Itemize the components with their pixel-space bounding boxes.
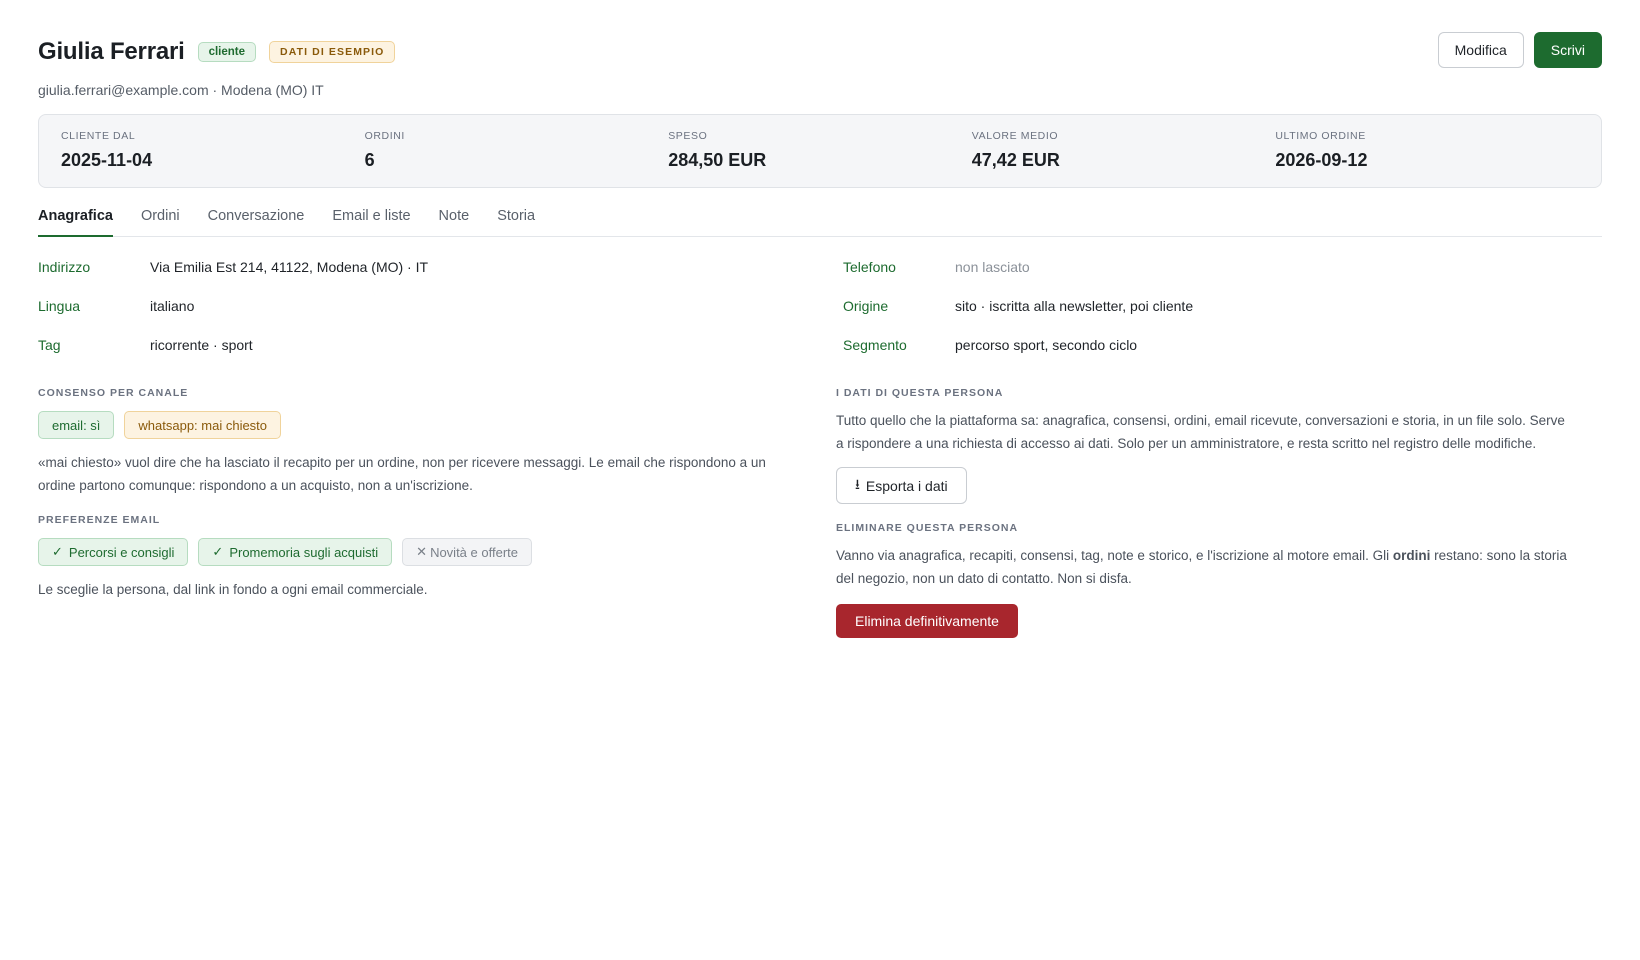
tab-bar: Anagrafica Ordini Conversazione Email e … (38, 200, 1602, 237)
data-export-text: Tutto quello che la piattaforma sa: anag… (836, 413, 1565, 451)
field-row-language: Lingua italiano (38, 286, 836, 325)
field-value: italiano (150, 297, 195, 314)
delete-text-bold: ordini (1392, 548, 1431, 563)
stat-label: ORDINI (364, 130, 405, 142)
contact-fields: Telefono non lasciato Origine sito · isc… (836, 247, 1602, 364)
download-icon: ⭳ (855, 475, 860, 492)
check-icon: ✓ (212, 544, 224, 559)
stat-value: 6 (364, 150, 375, 170)
consent-section: CONSENSO PER CANALE email: sì whatsapp: … (38, 387, 836, 497)
stat-orders: ORDINI 6 (365, 130, 669, 187)
field-row-tags: Tag ricorrente · sport (38, 325, 836, 364)
preference-label: Novità e offerte (430, 544, 518, 560)
stat-customer-since: CLIENTE DAL 2025-11-04 (61, 130, 365, 187)
personal-fields: Indirizzo Via Emilia Est 214, 41122, Mod… (38, 247, 836, 364)
field-label: Tag (38, 336, 61, 353)
field-row-phone: Telefono non lasciato (836, 247, 1602, 286)
delete-permanently-button[interactable]: Elimina definitivamente (836, 604, 1018, 638)
title-row: Giulia Ferrari cliente DATI DI ESEMPIO (38, 32, 396, 72)
edit-button[interactable]: Modifica (1437, 32, 1524, 68)
customer-detail-page: Giulia Ferrari cliente DATI DI ESEMPIO g… (0, 0, 1640, 960)
field-label: Lingua (38, 297, 81, 314)
preference-chip-percorsi[interactable]: ✓ Percorsi e consigli (38, 538, 189, 566)
stat-value: 284,50 EUR (668, 150, 767, 170)
tab-storia[interactable]: Storia (497, 200, 535, 236)
stat-value: 47,42 EUR (971, 150, 1060, 170)
field-label: Telefono (843, 258, 896, 275)
field-value: sito · iscritta alla newsletter, poi cli… (955, 297, 1194, 314)
delete-text-start: Vanno via anagrafica, recapiti, consensi… (836, 548, 1393, 563)
stat-average-value: VALORE MEDIO 47,42 EUR (972, 130, 1276, 187)
consent-chip-email: email: sì (38, 411, 115, 439)
left-column: Indirizzo Via Emilia Est 214, 41122, Mod… (38, 247, 836, 638)
export-data-label: Esporta i dati (865, 477, 948, 494)
field-value: percorso sport, secondo ciclo (955, 336, 1138, 353)
check-icon: ✓ (52, 544, 63, 559)
tab-conversazione[interactable]: Conversazione (208, 200, 305, 236)
right-column: Telefono non lasciato Origine sito · isc… (836, 247, 1602, 638)
tab-note[interactable]: Note (439, 200, 470, 236)
field-label: Indirizzo (38, 258, 91, 275)
field-value: non lasciato (955, 258, 1030, 275)
section-title: ELIMINARE QUESTA PERSONA (836, 522, 1019, 534)
stat-value: 2026-09-12 (1275, 150, 1368, 170)
consent-chips: email: sì whatsapp: mai chiesto (38, 411, 836, 439)
preference-chip-promemoria[interactable]: ✓ Promemoria sugli acquisti (198, 538, 393, 566)
field-row-origin: Origine sito · iscritta alla newsletter,… (836, 286, 1602, 325)
delete-text: Vanno via anagrafica, recapiti, consensi… (836, 544, 1576, 590)
write-button[interactable]: Scrivi (1533, 32, 1602, 68)
preference-chip-novita[interactable]: ✕ Novità e offerte (402, 538, 532, 566)
stat-label: SPESO (668, 130, 708, 142)
tab-content: Indirizzo Via Emilia Est 214, 41122, Mod… (38, 247, 1602, 638)
field-row-address: Indirizzo Via Emilia Est 214, 41122, Mod… (38, 247, 836, 286)
stat-spent: SPESO 284,50 EUR (668, 130, 972, 187)
email-preference-chips: ✓ Percorsi e consigli ✓ Promemoria sugli… (38, 538, 836, 566)
customer-subtitle: giulia.ferrari@example.com · Modena (MO)… (38, 82, 324, 98)
email-preferences-note: Le sceglie la persona, dal link in fondo… (38, 582, 428, 597)
tab-ordini[interactable]: Ordini (141, 200, 180, 236)
data-export-section: I DATI DI QUESTA PERSONA Tutto quello ch… (836, 387, 1602, 504)
preference-label: Percorsi e consigli (68, 544, 175, 560)
section-title: I DATI DI QUESTA PERSONA (836, 387, 1004, 399)
tab-anagrafica[interactable]: Anagrafica (38, 200, 113, 237)
demo-data-badge: DATI DI ESEMPIO (269, 41, 396, 63)
consent-note: «mai chiesto» vuol dire che ha lasciato … (38, 455, 766, 493)
stat-value: 2025-11-04 (61, 150, 153, 170)
customer-name: Giulia Ferrari (38, 38, 185, 65)
section-title: PREFERENZE EMAIL (38, 514, 161, 526)
stats-bar: CLIENTE DAL 2025-11-04 ORDINI 6 SPESO 28… (38, 114, 1602, 188)
email-preferences-section: PREFERENZE EMAIL ✓ Percorsi e consigli ✓… (38, 514, 836, 601)
stat-last-order: ULTIMO ORDINE 2026-09-12 (1275, 130, 1579, 187)
field-value: ricorrente · sport (150, 336, 253, 353)
section-title: CONSENSO PER CANALE (38, 387, 189, 399)
page-header: Giulia Ferrari cliente DATI DI ESEMPIO g… (38, 32, 1602, 98)
stat-label: CLIENTE DAL (61, 130, 136, 142)
field-row-segment: Segmento percorso sport, secondo ciclo (836, 325, 1602, 364)
field-label: Segmento (843, 336, 907, 353)
cross-icon: ✕ (416, 544, 428, 559)
tab-email-e-liste[interactable]: Email e liste (332, 200, 410, 236)
consent-chip-whatsapp: whatsapp: mai chiesto (124, 411, 282, 439)
preference-label: Promemoria sugli acquisti (229, 544, 379, 560)
field-label: Origine (843, 297, 889, 314)
stat-label: VALORE MEDIO (971, 130, 1059, 142)
status-badge: cliente (197, 42, 257, 62)
export-data-button[interactable]: ⭳ Esporta i dati (836, 467, 967, 504)
field-value: Via Emilia Est 214, 41122, Modena (MO) ·… (150, 258, 429, 275)
header-actions: Modifica Scrivi (1437, 32, 1602, 68)
delete-section: ELIMINARE QUESTA PERSONA Vanno via anagr… (836, 522, 1602, 638)
stat-label: ULTIMO ORDINE (1275, 130, 1366, 142)
